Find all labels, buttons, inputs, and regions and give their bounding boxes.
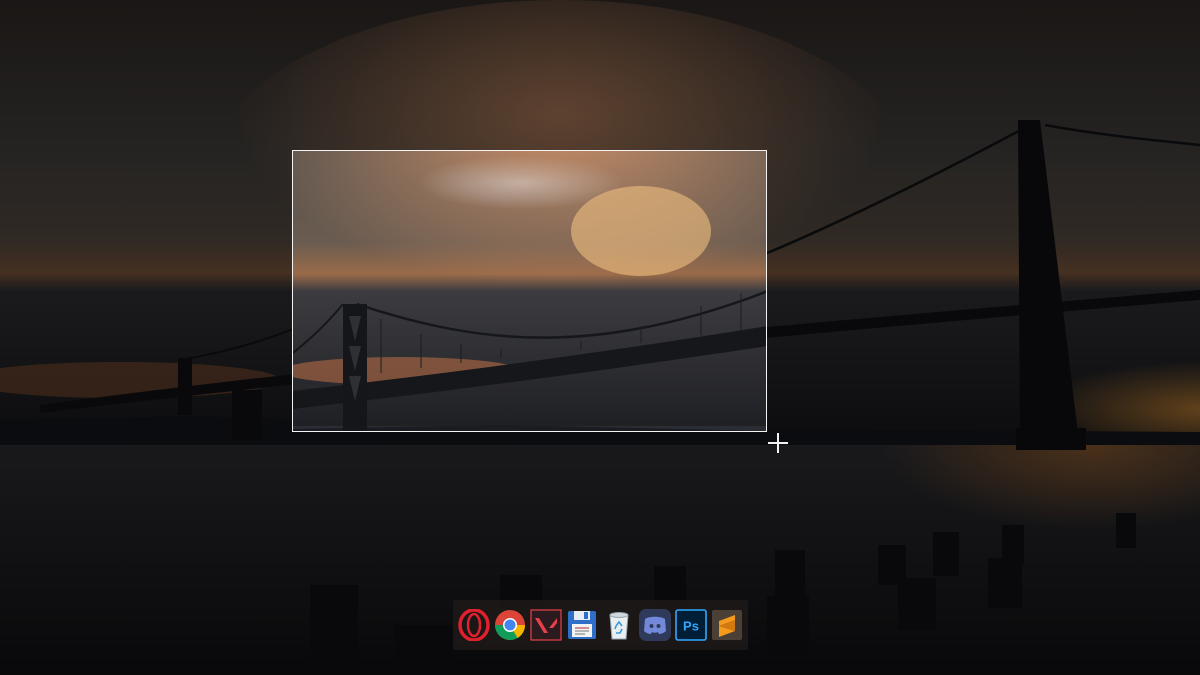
- save-disk-icon[interactable]: [566, 607, 599, 643]
- desktop: Ps: [0, 0, 1200, 675]
- photoshop-label: Ps: [683, 619, 699, 634]
- opera-icon[interactable]: [457, 607, 490, 643]
- sublime-text-icon[interactable]: [711, 607, 744, 643]
- crosshair-icon: [768, 433, 788, 453]
- valorant-icon[interactable]: [530, 607, 563, 643]
- chrome-icon[interactable]: [493, 607, 526, 643]
- discord-icon[interactable]: [638, 607, 671, 643]
- selected-wallpaper-area: [293, 151, 766, 431]
- recycle-bin-icon[interactable]: [602, 607, 635, 643]
- taskbar-dock: Ps: [453, 600, 748, 650]
- screenshot-selection-region[interactable]: [292, 150, 767, 432]
- photoshop-icon[interactable]: Ps: [675, 607, 708, 643]
